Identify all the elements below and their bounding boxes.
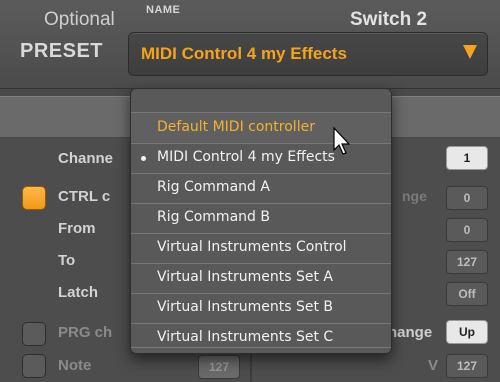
velocity-label: V [428, 357, 439, 374]
ctrl-value[interactable]: 0 [446, 186, 488, 210]
menu-item-label: Default MIDI controller [157, 119, 315, 135]
preset-label: PRESET [20, 40, 104, 62]
selected-bullet-icon [141, 156, 146, 161]
menu-item-virtual-instruments-set-b[interactable]: Virtual Instruments Set B [131, 293, 391, 324]
menu-item-label: Rig Command B [157, 209, 270, 225]
ctrl-change-label: CTRL c [58, 188, 111, 205]
channel-value[interactable]: 1 [446, 146, 488, 170]
prg-direction-value[interactable]: Up [446, 320, 488, 344]
preset-select[interactable]: MIDI Control 4 my Effects [128, 32, 488, 76]
preset-value: MIDI Control 4 my Effects [141, 44, 347, 63]
dropdown-arrow-icon[interactable] [463, 45, 477, 59]
menu-item-label: Virtual Instruments Set A [157, 269, 333, 285]
menu-item-virtual-instruments-set-c[interactable]: Virtual Instruments Set C [131, 323, 391, 353]
menu-item-label: Virtual Instruments Set C [157, 329, 334, 345]
tab-optional-label: Optional [44, 9, 115, 30]
menu-item-label: Virtual Instruments Control [157, 239, 347, 255]
ctrl-change-right-label: nge [402, 188, 427, 204]
prg-change-checkbox[interactable] [22, 322, 46, 346]
to-value[interactable]: 127 [446, 250, 488, 274]
tab-switch-2-label: Switch 2 [350, 9, 428, 30]
mouse-cursor-icon [333, 126, 351, 155]
menu-item-label: MIDI Control 4 my Effects [157, 149, 335, 165]
name-label: NAME [146, 4, 181, 16]
from-value[interactable]: 0 [446, 218, 488, 242]
note-value-left[interactable]: 127 [198, 355, 240, 379]
menu-item-virtual-instruments-control[interactable]: Virtual Instruments Control [131, 233, 391, 264]
ctrl-change-checkbox[interactable] [22, 186, 46, 210]
note-label: Note [58, 357, 92, 374]
channel-label: Channe [58, 150, 114, 167]
prg-change-right-label: hange [388, 324, 433, 341]
latch-value[interactable]: Off [446, 282, 488, 306]
note-value-right[interactable]: 127 [446, 354, 488, 378]
menu-item-label: Virtual Instruments Set B [157, 299, 334, 315]
menu-separator [131, 347, 391, 348]
from-label: From [58, 220, 96, 237]
prg-change-label: PRG ch [58, 324, 113, 341]
menu-item-rig-command-b[interactable]: Rig Command B [131, 203, 391, 234]
menu-item-label: Rig Command A [157, 179, 270, 195]
to-label: To [58, 252, 76, 269]
menu-item-rig-command-a[interactable]: Rig Command A [131, 173, 391, 204]
note-checkbox[interactable] [22, 354, 46, 378]
latch-label: Latch [58, 284, 99, 301]
menu-item-virtual-instruments-set-a[interactable]: Virtual Instruments Set A [131, 263, 391, 294]
